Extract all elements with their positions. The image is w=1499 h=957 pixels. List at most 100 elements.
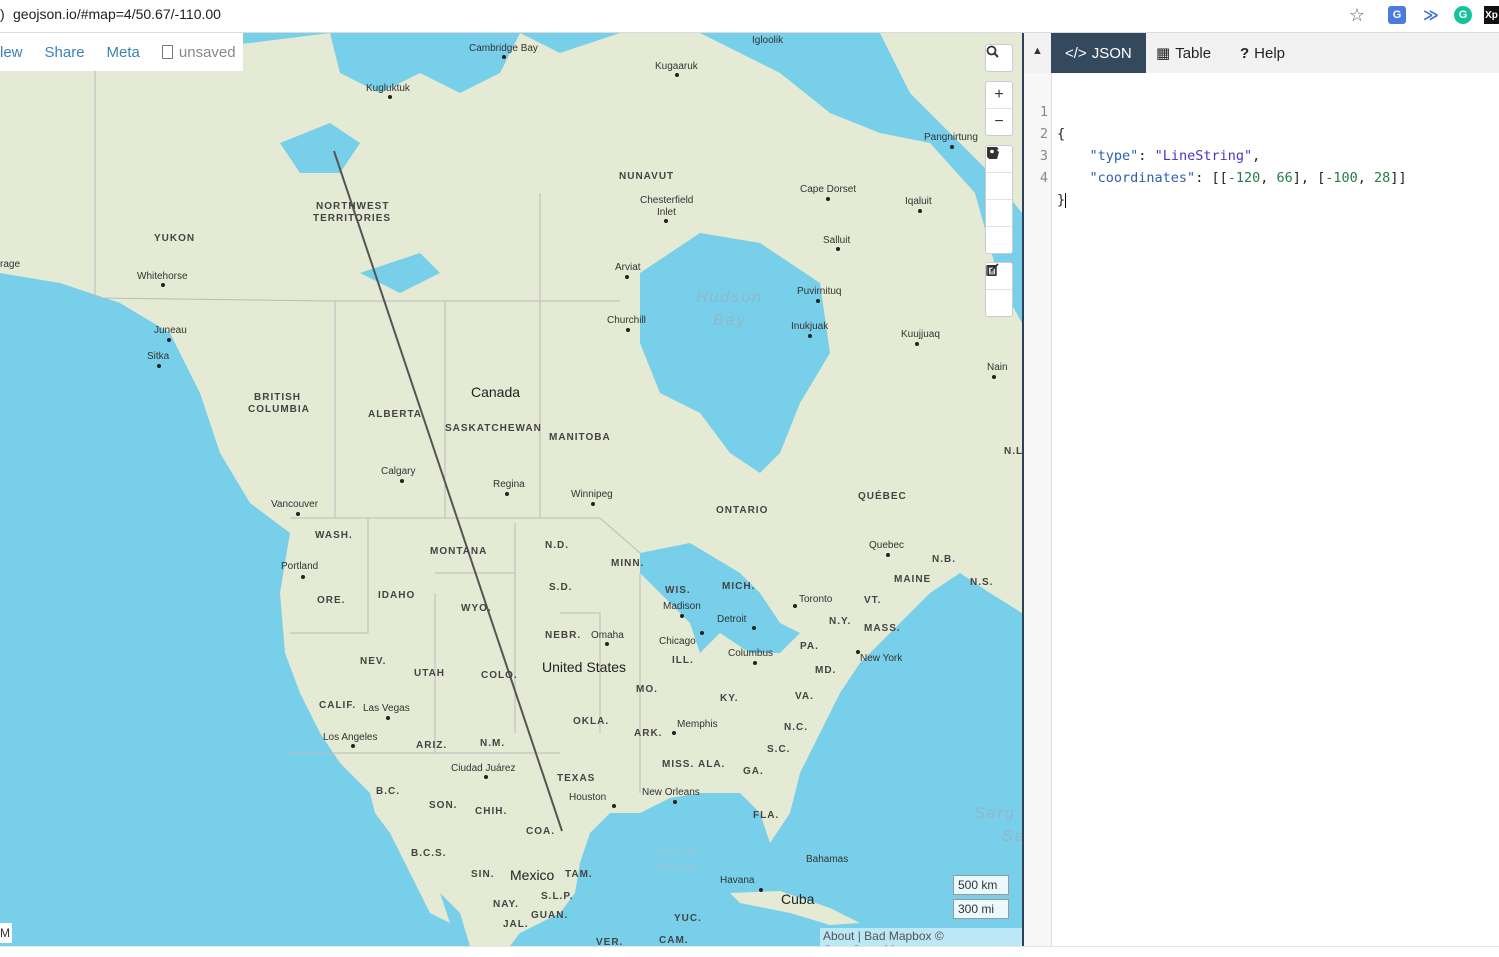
- map-label: VA.: [795, 691, 814, 702]
- city-dot: [157, 364, 161, 368]
- city-dot: [700, 631, 704, 635]
- map-label: Bahamas: [806, 854, 849, 865]
- search-icon[interactable]: [986, 45, 1012, 71]
- map-label: TAM.: [565, 869, 593, 880]
- search-control[interactable]: [985, 44, 1013, 72]
- map-label: Gulf of: [657, 846, 697, 858]
- code-line: 2 "type": "LineString",: [1024, 101, 1260, 164]
- draw-rectangle-icon[interactable]: [986, 147, 1012, 226]
- map-label: Chicago: [659, 636, 696, 647]
- map-label: ONTARIO: [716, 505, 769, 516]
- map-label: JAL.: [503, 919, 529, 930]
- map-label: Winnipeg: [571, 489, 613, 500]
- map-label: ORE.: [317, 595, 346, 606]
- map-label: NEV.: [360, 656, 387, 667]
- map-label: Regina: [493, 479, 525, 490]
- map-label: New Orleans: [642, 787, 700, 798]
- map-label: Kugluktuk: [366, 83, 410, 94]
- city-dot: [918, 209, 922, 213]
- map-label: COLO.: [481, 670, 518, 681]
- map-label: Churchill: [607, 315, 646, 326]
- corner-label: M: [0, 923, 12, 943]
- draw-toolbar[interactable]: [985, 145, 1013, 254]
- map-label: Puvirnituq: [797, 286, 842, 297]
- tab-help-label: Help: [1254, 44, 1286, 62]
- star-icon[interactable]: ☆: [1348, 5, 1366, 25]
- map-label: S.D.: [549, 582, 573, 593]
- city-dot: [886, 553, 890, 557]
- map-label: KY.: [720, 693, 739, 704]
- draw-marker-icon[interactable]: [986, 147, 1012, 253]
- map-label: Mexico: [510, 867, 555, 883]
- map-label: SASKATCHEWAN: [445, 423, 542, 434]
- zoom-in-button[interactable]: +: [986, 82, 1012, 108]
- zoom-control[interactable]: + −: [985, 81, 1013, 136]
- map-label: YUKON: [154, 233, 196, 244]
- menu-share[interactable]: Share: [45, 44, 85, 61]
- pocket-icon[interactable]: ≫: [1422, 6, 1440, 24]
- xp-icon[interactable]: Xp: [1484, 6, 1499, 24]
- map-label: Inukjuak: [791, 321, 829, 332]
- map-label: Las Vegas: [363, 703, 410, 714]
- map-label: MINN.: [611, 558, 645, 569]
- map-label: VT.: [864, 595, 882, 606]
- map-label: ALBERTA: [368, 409, 423, 420]
- grammarly-icon[interactable]: G: [1454, 6, 1472, 24]
- map-label: WASH.: [315, 530, 353, 541]
- city-dot: [992, 375, 996, 379]
- map-label: Cape Dorset: [800, 184, 857, 195]
- browser-url-bar: ) geojson.io/#map=4/50.67/-110.00 ☆ G ≫ …: [0, 0, 1499, 33]
- map-label: Ciudad Juárez: [451, 763, 516, 774]
- tab-help[interactable]: ? Help: [1226, 33, 1299, 73]
- map-label: Igloolik: [752, 35, 784, 46]
- address-field[interactable]: geojson.io/#map=4/50.67/-110.00: [13, 6, 221, 22]
- city-dot: [753, 661, 757, 665]
- map-label: ILL.: [672, 655, 694, 666]
- map-label: MONTANA: [430, 546, 488, 557]
- map-label: Juneau: [154, 325, 187, 336]
- map-label: N.M.: [480, 738, 506, 749]
- map-label: Sarg: [974, 805, 1016, 822]
- menu-new[interactable]: lew: [0, 44, 23, 61]
- map-label: N.L.: [1004, 446, 1022, 457]
- map-label: CAM.: [659, 935, 689, 946]
- trash-icon[interactable]: [986, 265, 1012, 316]
- collapse-arrow-icon[interactable]: ▲: [1032, 45, 1043, 57]
- translate-icon[interactable]: G: [1388, 6, 1406, 24]
- map-label: ALA.: [698, 759, 726, 770]
- map-label: Toronto: [799, 594, 833, 605]
- code-text: }: [1057, 192, 1067, 208]
- code-line: 4 }: [1024, 145, 1073, 208]
- code-line: 3 "coordinates": [[-120, 66], [-100, 28]…: [1024, 123, 1407, 186]
- draw-polygon-icon[interactable]: [986, 147, 1012, 199]
- edit-toolbar[interactable]: [985, 262, 1013, 317]
- city-dot: [505, 492, 509, 496]
- city-dot: [388, 95, 392, 99]
- map-label: CHIH.: [475, 806, 508, 817]
- zoom-out-button[interactable]: −: [986, 108, 1012, 135]
- tab-table[interactable]: ▦ Table: [1142, 33, 1225, 73]
- panel-tabs: ▲ </> JSON ▦ Table ? Help: [1024, 33, 1499, 73]
- city-dot: [591, 502, 595, 506]
- line-number: 4: [1039, 170, 1048, 186]
- city-dot: [484, 775, 488, 779]
- city-dot: [672, 731, 676, 735]
- city-dot: [680, 614, 684, 618]
- map-label: COA.: [526, 826, 555, 837]
- map-label: MO.: [636, 684, 658, 695]
- tab-json[interactable]: </> JSON: [1051, 33, 1146, 73]
- map-attribution[interactable]: About | Bad Mapbox © OpenStreetMap: [820, 928, 1022, 946]
- map-label: MAINE: [894, 574, 932, 585]
- map-label: United States: [542, 659, 627, 675]
- map-label: PA.: [800, 641, 819, 652]
- unsaved-label: unsaved: [178, 43, 236, 61]
- map-label: Nain: [987, 362, 1008, 373]
- map-label: Iqaluit: [905, 196, 932, 207]
- map-label: NUNAVUT: [619, 171, 675, 182]
- menu-meta[interactable]: Meta: [107, 44, 140, 61]
- map[interactable]: Cambridge Bay Igloolik Kugaaruk Kugluktu…: [0, 33, 1022, 946]
- map-label: Columbus: [728, 648, 774, 659]
- city-dot: [793, 604, 797, 608]
- json-editor[interactable]: 1 { 2 "type": "LineString", 3 "coordinat…: [1024, 79, 1407, 208]
- map-label: Sitka: [147, 351, 170, 362]
